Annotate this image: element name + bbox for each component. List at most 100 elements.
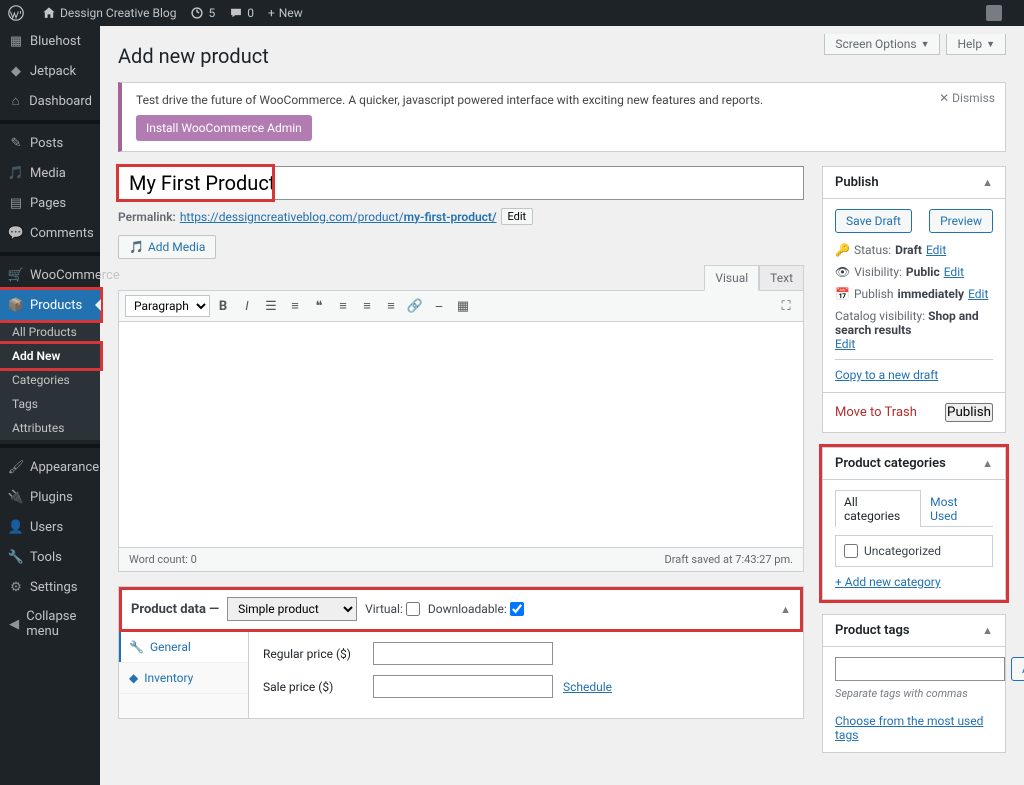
permalink-url[interactable]: https://dessigncreativeblog.com/product/… bbox=[180, 210, 497, 224]
notice-text: Test drive the future of WooCommerce. A … bbox=[136, 93, 991, 107]
virtual-label: Virtual: bbox=[365, 602, 420, 616]
editor-tab-visual[interactable]: Visual bbox=[704, 265, 759, 291]
help-button[interactable]: Help▼ bbox=[946, 34, 1006, 55]
tags-box-toggle[interactable]: Product tags▲ bbox=[823, 615, 1005, 647]
updates-link[interactable]: 5 bbox=[190, 6, 215, 20]
menu-bluehost[interactable]: ▦Bluehost bbox=[0, 26, 100, 56]
tag-input[interactable] bbox=[835, 657, 1005, 681]
wrench-icon: 🔧 bbox=[129, 640, 144, 654]
menu-collapse[interactable]: ◀Collapse menu bbox=[0, 602, 100, 646]
downloadable-checkbox[interactable] bbox=[510, 602, 524, 616]
uncategorized-checkbox[interactable] bbox=[844, 544, 858, 558]
copy-draft-link[interactable]: Copy to a new draft bbox=[835, 368, 938, 382]
new-link[interactable]: +New bbox=[268, 6, 303, 20]
submenu-attributes[interactable]: Attributes bbox=[0, 416, 100, 440]
publish-button[interactable]: Publish bbox=[945, 403, 993, 422]
editor-content[interactable] bbox=[119, 322, 803, 547]
fullscreen-button[interactable]: ⛶ bbox=[775, 295, 797, 317]
schedule-link[interactable]: Schedule bbox=[563, 680, 612, 694]
plugin-icon: 🔌 bbox=[8, 489, 24, 505]
link-button[interactable]: 🔗 bbox=[404, 295, 426, 317]
number-list-button[interactable]: ≡ bbox=[284, 295, 306, 317]
dashboard-icon: ⌂ bbox=[8, 93, 23, 109]
pd-tab-general[interactable]: 🔧General bbox=[119, 632, 248, 663]
site-link[interactable]: Dessign Creative Blog bbox=[42, 6, 176, 20]
add-new-category-link[interactable]: + Add new category bbox=[835, 575, 941, 589]
move-to-trash-link[interactable]: Move to Trash bbox=[835, 405, 917, 420]
users-icon: 👤 bbox=[8, 519, 24, 535]
pd-tab-inventory[interactable]: ◆Inventory bbox=[119, 663, 248, 694]
menu-jetpack[interactable]: ◆Jetpack bbox=[0, 56, 100, 86]
bullet-list-button[interactable]: ☰ bbox=[260, 295, 282, 317]
align-center-button[interactable]: ≡ bbox=[356, 295, 378, 317]
comments-link[interactable]: 0 bbox=[229, 6, 254, 20]
menu-woocommerce[interactable]: 🛒WooCommerce bbox=[0, 260, 100, 290]
edit-date-link[interactable]: Edit bbox=[968, 287, 988, 301]
menu-comments[interactable]: 💬Comments bbox=[0, 218, 100, 248]
product-title-input[interactable] bbox=[118, 166, 804, 200]
sale-price-label: Sale price ($) bbox=[263, 680, 373, 694]
uncategorized-label: Uncategorized bbox=[844, 544, 984, 558]
dismiss-button[interactable]: ✕ Dismiss bbox=[939, 91, 995, 105]
menu-settings[interactable]: ⚙Settings bbox=[0, 572, 100, 602]
close-icon: ✕ bbox=[939, 91, 949, 105]
menu-dashboard[interactable]: ⌂Dashboard bbox=[0, 86, 100, 116]
key-icon: 🔑 bbox=[835, 243, 850, 257]
permalink-edit-button[interactable]: Edit bbox=[501, 208, 534, 225]
paragraph-select[interactable]: Paragraph bbox=[125, 295, 210, 317]
menu-users[interactable]: 👤Users bbox=[0, 512, 100, 542]
menu-plugins[interactable]: 🔌Plugins bbox=[0, 482, 100, 512]
collapse-icon[interactable]: ▲ bbox=[780, 603, 791, 616]
pin-icon: ✎ bbox=[8, 135, 24, 151]
bold-button[interactable]: B bbox=[212, 295, 234, 317]
caret-up-icon: ▲ bbox=[982, 176, 993, 189]
menu-pages[interactable]: ▤Pages bbox=[0, 188, 100, 218]
editor-tab-text[interactable]: Text bbox=[759, 265, 804, 291]
edit-catalog-link[interactable]: Edit bbox=[835, 337, 855, 351]
add-tag-button[interactable]: Add bbox=[1011, 657, 1024, 681]
media-icon: 🎵 bbox=[8, 165, 24, 181]
menu-tools[interactable]: 🔧Tools bbox=[0, 542, 100, 572]
edit-status-link[interactable]: Edit bbox=[926, 243, 946, 257]
menu-posts[interactable]: ✎Posts bbox=[0, 128, 100, 158]
caret-up-icon: ▲ bbox=[982, 624, 993, 637]
align-right-button[interactable]: ≡ bbox=[380, 295, 402, 317]
most-used-tags-link[interactable]: Choose from the most used tags bbox=[835, 714, 983, 742]
submenu-add-new[interactable]: Add New bbox=[0, 344, 100, 368]
save-draft-button[interactable]: Save Draft bbox=[835, 209, 912, 233]
sliders-icon: ⚙ bbox=[8, 579, 24, 595]
caret-up-icon: ▲ bbox=[982, 457, 993, 470]
virtual-checkbox[interactable] bbox=[406, 602, 420, 616]
screen-options-button[interactable]: Screen Options▼ bbox=[824, 34, 940, 55]
eye-icon: 👁 bbox=[835, 265, 850, 279]
page-icon: ▤ bbox=[8, 195, 24, 211]
product-type-select[interactable]: Simple product bbox=[227, 597, 357, 621]
brush-icon: 🖌 bbox=[8, 459, 24, 475]
add-media-button[interactable]: 🎵Add Media bbox=[118, 235, 216, 259]
submenu-categories[interactable]: Categories bbox=[0, 368, 100, 392]
menu-appearance[interactable]: 🖌Appearance bbox=[0, 452, 100, 482]
preview-button[interactable]: Preview bbox=[929, 209, 993, 233]
readmore-button[interactable]: ⎯ bbox=[428, 295, 450, 317]
woo-admin-notice: ✕ Dismiss Test drive the future of WooCo… bbox=[118, 82, 1006, 152]
quote-button[interactable]: ❝ bbox=[308, 295, 330, 317]
regular-price-input[interactable] bbox=[373, 642, 553, 665]
edit-visibility-link[interactable]: Edit bbox=[944, 265, 964, 279]
sale-price-input[interactable] bbox=[373, 675, 553, 698]
menu-media[interactable]: 🎵Media bbox=[0, 158, 100, 188]
submenu-tags[interactable]: Tags bbox=[0, 392, 100, 416]
cat-tab-most-used[interactable]: Most Used bbox=[921, 490, 993, 527]
install-woo-admin-button[interactable]: Install WooCommerce Admin bbox=[136, 115, 312, 141]
user-avatar[interactable] bbox=[986, 5, 1002, 21]
menu-products[interactable]: 📦Products bbox=[0, 290, 100, 320]
toolbar-toggle-button[interactable]: ▦ bbox=[452, 295, 474, 317]
categories-box-toggle[interactable]: Product categories▲ bbox=[823, 448, 1005, 480]
wp-logo[interactable] bbox=[8, 5, 28, 21]
align-left-button[interactable]: ≡ bbox=[332, 295, 354, 317]
downloadable-label: Downloadable: bbox=[428, 602, 524, 616]
woo-icon: 🛒 bbox=[8, 267, 24, 283]
submenu-all-products[interactable]: All Products bbox=[0, 320, 100, 344]
publish-box-toggle[interactable]: Publish▲ bbox=[823, 167, 1005, 199]
italic-button[interactable]: I bbox=[236, 295, 258, 317]
cat-tab-all[interactable]: All categories bbox=[835, 490, 921, 527]
